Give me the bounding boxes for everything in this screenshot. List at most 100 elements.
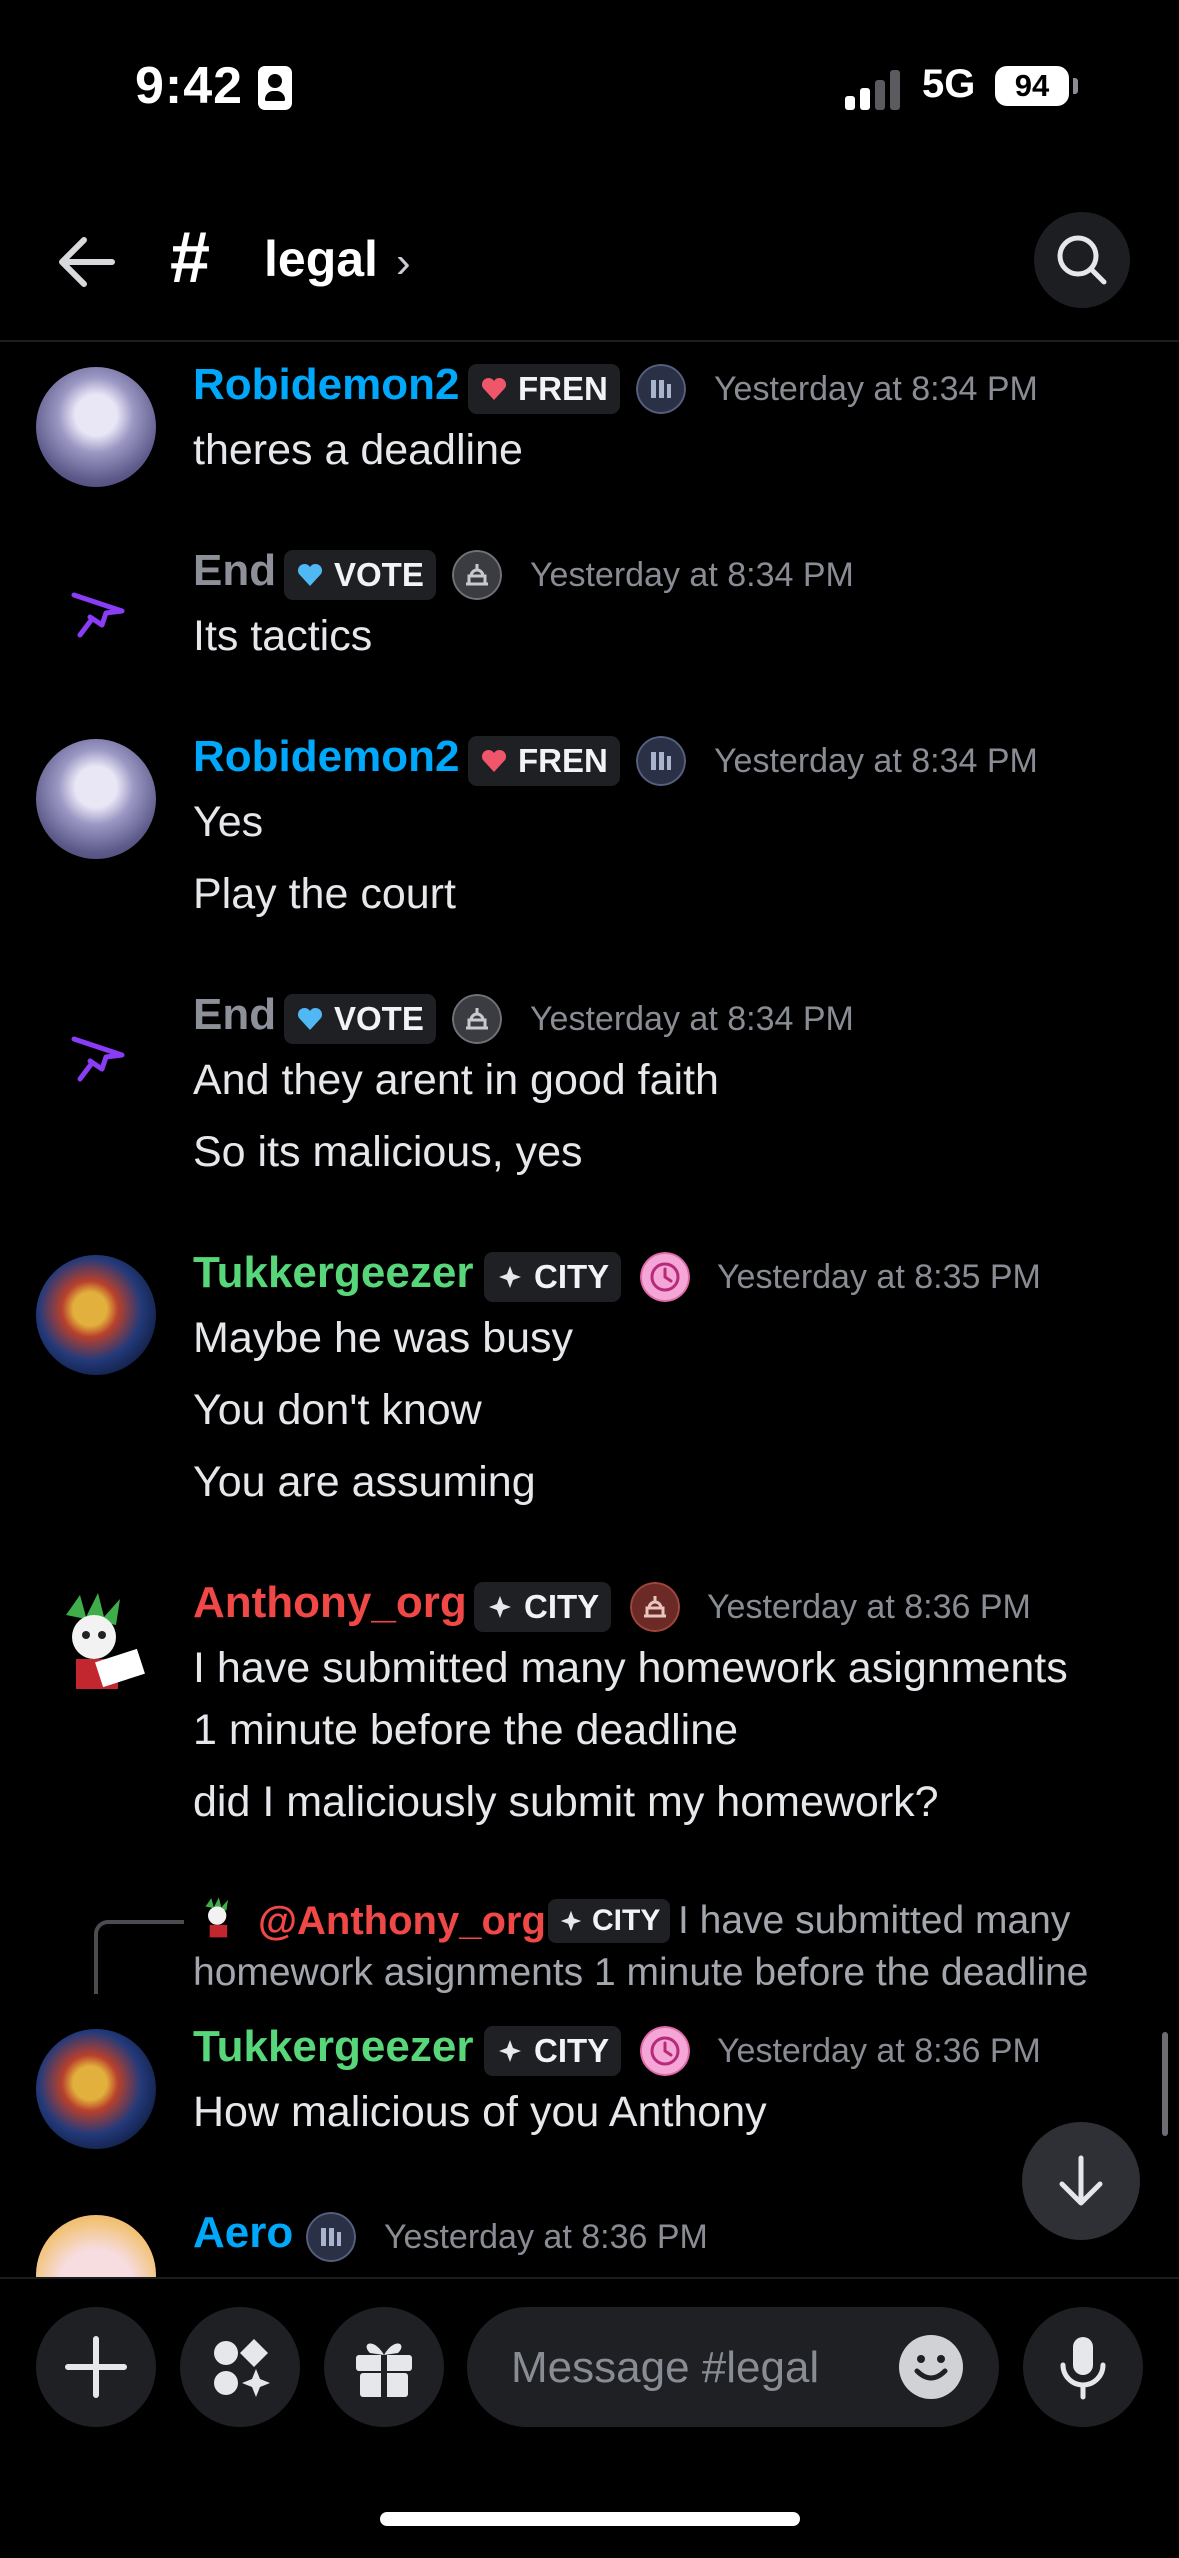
- battery-cap: [1073, 78, 1078, 94]
- status-bar: 9:42 5G 94: [0, 0, 1179, 170]
- message-text: I have submitted many homework asignment…: [193, 1644, 1068, 1692]
- sparkle-icon: [499, 1266, 521, 1288]
- back-button[interactable]: [52, 232, 122, 292]
- timestamp: Yesterday at 8:34 PM: [530, 556, 854, 594]
- clock-time: 9:42: [135, 57, 244, 115]
- username[interactable]: Aero: [193, 2208, 293, 2258]
- timestamp: Yesterday at 8:36 PM: [384, 2218, 708, 2256]
- end-logo-icon: [71, 1036, 125, 1082]
- channel-title[interactable]: legal: [264, 230, 378, 288]
- message-input[interactable]: Message #legal: [467, 2307, 999, 2427]
- username[interactable]: Anthony_org: [193, 1578, 467, 1628]
- reply-avatar[interactable]: [193, 1894, 243, 1944]
- message-text: 1 minute before the deadline: [193, 1706, 739, 1754]
- timestamp: Yesterday at 8:34 PM: [714, 370, 1038, 408]
- arrow-down-icon: [1059, 2155, 1103, 2206]
- columns-icon[interactable]: [636, 736, 686, 786]
- back-arrow-icon: [59, 237, 115, 287]
- tag-label: CITY: [524, 1588, 600, 1625]
- capitol-icon[interactable]: [630, 1582, 680, 1632]
- avatar-art: [205, 1897, 228, 1938]
- timestamp: Yesterday at 8:34 PM: [530, 1000, 854, 1038]
- home-indicator[interactable]: [380, 2512, 800, 2526]
- role-tag[interactable]: FREN: [468, 736, 620, 786]
- timestamp: Yesterday at 8:36 PM: [707, 1588, 1031, 1626]
- timestamp: Yesterday at 8:35 PM: [717, 1258, 1041, 1296]
- attach-button[interactable]: [36, 2307, 156, 2427]
- heart-icon: [481, 749, 507, 772]
- sparkle-icon: [499, 2040, 521, 2062]
- message-text: Its tactics: [193, 612, 373, 660]
- apps-button[interactable]: [180, 2307, 300, 2427]
- message-placeholder: Message #legal: [511, 2343, 820, 2392]
- role-tag[interactable]: FREN: [468, 364, 620, 414]
- emoji-button[interactable]: [899, 2335, 963, 2399]
- avatar[interactable]: [36, 1585, 156, 1705]
- avatar[interactable]: [36, 999, 156, 1119]
- columns-icon[interactable]: [636, 364, 686, 414]
- reply-connector: [94, 1920, 184, 1994]
- heart-icon: [481, 377, 507, 400]
- tag-label: FREN: [518, 742, 608, 779]
- chevron-right-icon[interactable]: ›: [396, 238, 411, 288]
- username[interactable]: End: [193, 990, 276, 1040]
- message-text: You are assuming: [193, 1458, 536, 1506]
- plus-icon: [65, 2336, 127, 2398]
- id-badge-icon: [258, 66, 292, 110]
- tag-label: CITY: [592, 1904, 661, 1937]
- scrollbar-thumb[interactable]: [1162, 2032, 1168, 2136]
- sparkle-icon: [560, 1910, 582, 1932]
- message-text: How malicious of you Anthony: [193, 2088, 767, 2136]
- message-text: did I maliciously submit my homework?: [193, 1778, 939, 1826]
- message-text: Maybe he was busy: [193, 1314, 574, 1362]
- tag-label: VOTE: [334, 556, 424, 593]
- end-logo-icon: [71, 592, 125, 638]
- tag-label: VOTE: [334, 1000, 424, 1037]
- username[interactable]: End: [193, 546, 276, 596]
- timestamp: Yesterday at 8:34 PM: [714, 742, 1038, 780]
- message-text: theres a deadline: [193, 426, 523, 474]
- jump-to-latest-button[interactable]: [1022, 2122, 1140, 2240]
- role-tag[interactable]: VOTE: [284, 550, 436, 600]
- username[interactable]: Tukkergeezer: [193, 2022, 473, 2072]
- timestamp: Yesterday at 8:36 PM: [717, 2032, 1041, 2070]
- role-tag[interactable]: CITY: [474, 1582, 612, 1632]
- chat-input-bar: Message #legal: [0, 2277, 1179, 2558]
- avatar[interactable]: [36, 2215, 156, 2277]
- capitol-icon[interactable]: [452, 550, 502, 600]
- avatar[interactable]: [36, 2029, 156, 2149]
- search-button[interactable]: [1034, 212, 1130, 308]
- columns-icon[interactable]: [306, 2212, 356, 2262]
- tag-label: CITY: [534, 1258, 610, 1295]
- network-label: 5G: [922, 62, 976, 106]
- username[interactable]: Tukkergeezer: [193, 1248, 473, 1298]
- search-icon: [1057, 235, 1107, 285]
- reply-mention[interactable]: @Anthony_org: [258, 1899, 546, 1944]
- gift-icon: [356, 2343, 412, 2397]
- hash-icon: #: [170, 218, 211, 298]
- voice-button[interactable]: [1023, 2307, 1143, 2427]
- capitol-icon[interactable]: [452, 994, 502, 1044]
- role-tag[interactable]: VOTE: [284, 994, 436, 1044]
- avatar[interactable]: [36, 1255, 156, 1375]
- clock-icon[interactable]: [640, 2026, 690, 2076]
- channel-header: # legal ›: [0, 200, 1179, 342]
- heart-icon: [297, 563, 323, 586]
- avatar[interactable]: [36, 555, 156, 675]
- role-tag[interactable]: CITY: [484, 2026, 622, 2076]
- role-tag[interactable]: CITY: [484, 1252, 622, 1302]
- message-text: You don't know: [193, 1386, 482, 1434]
- apps-icon: [214, 2339, 270, 2397]
- clock-icon[interactable]: [640, 1252, 690, 1302]
- gift-button[interactable]: [324, 2307, 444, 2427]
- tag-label: CITY: [534, 2032, 610, 2069]
- username[interactable]: Robidemon2: [193, 360, 459, 410]
- avatar[interactable]: [36, 367, 156, 487]
- role-tag[interactable]: CITY: [548, 1899, 671, 1943]
- reply-preview-text[interactable]: I have submitted many: [678, 1899, 1070, 1943]
- username[interactable]: Robidemon2: [193, 732, 459, 782]
- reply-preview-text[interactable]: homework asignments 1 minute before the …: [193, 1951, 1088, 1995]
- sparkle-icon: [489, 1596, 511, 1618]
- avatar[interactable]: [36, 739, 156, 859]
- message-list[interactable]: Robidemon2 FREN Yesterday at 8:34 PM the…: [0, 342, 1179, 2277]
